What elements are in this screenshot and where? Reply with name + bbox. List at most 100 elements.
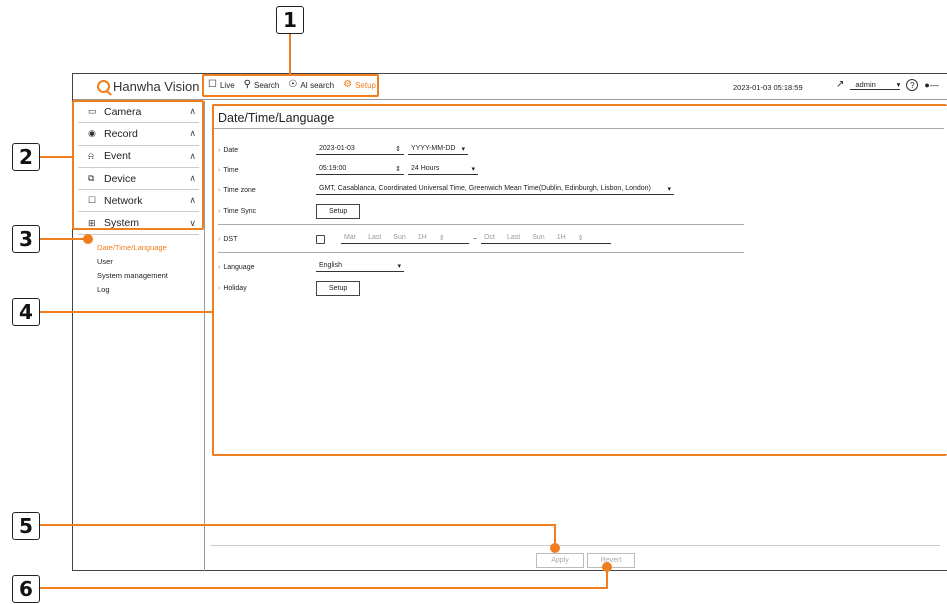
footer-divider [210,545,940,546]
chevron-down-icon: ∨ [189,217,196,228]
search-icon: ⚲ [243,79,251,90]
language-select[interactable]: English ▾ [316,262,404,272]
dst-end-week: Last [506,234,521,241]
sidebar: ▭ Camera ∧ ◉ Record ∧ ⍾ Event ∧ ⧉ Device… [73,101,205,571]
spinner-icon[interactable]: ⇕ [395,165,401,173]
monitor-icon: ☐ [208,79,217,90]
main-content: Date/Time/Language Date 2023-01-03 ⇕ YYY… [206,101,947,571]
leader-line [40,524,556,526]
sidebar-item-event[interactable]: ⍾ Event ∧ [78,146,199,168]
gear-icon: ⚙ [343,79,353,90]
timezone-row: Time zone GMT, Casablanca, Coordinated U… [218,185,674,195]
dst-start-month: Mar [344,234,357,241]
device-icon: ⧉ [88,173,95,184]
system-icon: ⊞ [88,217,96,228]
nav-setup-label: Setup [355,80,376,90]
chevron-up-icon: ∧ [189,128,196,139]
date-format-select[interactable]: YYYY-MM-DD ▾ [408,145,468,155]
cursor-icon[interactable]: ↗ [836,80,844,90]
dst-start-week: Last [368,234,382,241]
language-label: Language [218,264,316,271]
page-title: Date/Time/Language [218,111,335,125]
chevron-up-icon: ∧ [189,195,196,206]
nav-ai-search[interactable]: ☉ AI search [288,80,334,90]
sidebar-item-system[interactable]: ⊞ System ∨ [78,212,199,235]
dst-end-field: Oct Last Sun 1H ⇕ [481,234,612,244]
time-field[interactable]: 05:19:00 ⇕ [316,165,404,175]
date-format-value: YYYY-MM-DD [411,145,456,152]
ai-search-icon: ☉ [288,79,298,90]
sidebar-item-label: Record [104,127,138,140]
sidebar-item-label: System [104,217,140,230]
timesync-setup-button[interactable]: Setup [316,204,361,219]
holiday-setup-button[interactable]: Setup [316,281,361,296]
marker-dot [550,543,560,553]
submenu-item-date-time-language[interactable]: Date/Time/Language [97,241,204,255]
sidebar-item-label: Event [104,150,131,163]
leader-line [40,156,73,158]
language-row: Language English ▾ [218,262,404,272]
apply-button[interactable]: Apply [536,553,584,568]
sidebar-item-label: Device [104,172,137,185]
leader-line [40,587,608,589]
chevron-up-icon: ∧ [189,150,196,161]
marker-dot [83,234,93,244]
title-divider [214,128,944,129]
time-format-select[interactable]: 24 Hours ▾ [408,165,478,175]
dst-start-field: Mar Last Sun 1H ⇕ [341,234,469,244]
nav-live[interactable]: ☐ Live [208,80,235,90]
system-submenu: Date/Time/Language User System managemen… [73,235,204,297]
timesync-label: Time Sync [218,208,316,215]
submenu-item-log[interactable]: Log [97,283,204,297]
dst-start-day: Sun [393,234,406,241]
nav-search[interactable]: ⚲ Search [244,80,280,90]
user-select[interactable]: admin ▾ [850,80,901,90]
network-icon: ☐ [88,195,97,206]
sidebar-item-device[interactable]: ⧉ Device ∧ [78,168,199,191]
sidebar-item-record[interactable]: ◉ Record ∧ [78,123,199,146]
caret-down-icon: ▾ [397,263,401,270]
logout-icon[interactable]: ●— [924,80,938,90]
dst-end-month: Oct [484,234,495,241]
dst-separator: ~ [473,235,478,243]
dst-label: DST [218,236,316,243]
submenu-item-system-management[interactable]: System management [97,269,204,283]
top-navigation: ☐ Live ⚲ Search ☉ AI search ⚙ Setup [208,80,376,90]
brand-name: Hanwha Vision [113,79,200,94]
spinner-icon[interactable]: ⇕ [395,145,401,153]
callout-5: 5 [12,512,40,540]
top-bar: Hanwha Vision ☐ Live ⚲ Search ☉ AI searc… [73,74,947,100]
dst-end-day: Sun [532,234,545,241]
caret-down-icon: ▾ [461,146,465,153]
sidebar-item-camera[interactable]: ▭ Camera ∧ [78,101,199,124]
nav-setup[interactable]: ⚙ Setup [343,80,376,90]
sidebar-item-label: Camera [104,105,142,118]
logo-icon [97,80,110,93]
holiday-label: Holiday [218,285,316,292]
timezone-select[interactable]: GMT, Casablanca, Coordinated Universal T… [316,185,674,195]
caret-down-icon: ▾ [667,186,671,193]
caret-down-icon: ▾ [896,80,901,89]
date-field[interactable]: 2023-01-03 ⇕ [316,145,404,155]
leader-line [289,34,291,75]
timezone-value: GMT, Casablanca, Coordinated Universal T… [319,185,651,192]
spinner-icon: ⇕ [577,235,584,242]
language-value: English [319,262,342,269]
help-icon[interactable]: ? [906,79,919,91]
callout-6: 6 [12,575,40,603]
user-area: ↗ admin ▾ ? ●— [836,79,939,91]
callout-3: 3 [12,225,40,253]
submenu-item-user[interactable]: User [97,255,204,269]
holiday-row: Holiday Setup [218,281,361,296]
section-divider [218,252,744,253]
leader-line [40,238,86,240]
spinner-icon: ⇕ [438,235,445,242]
dst-checkbox[interactable] [316,234,325,244]
sidebar-item-network[interactable]: ☐ Network ∧ [78,190,199,213]
time-row: Time 05:19:00 ⇕ 24 Hours ▾ [218,165,478,175]
dst-row: DST Mar Last Sun 1H ⇕ ~ Oct Last Sun 1H … [218,234,612,244]
record-icon: ◉ [88,128,96,139]
chevron-up-icon: ∧ [189,173,196,184]
date-label: Date [218,147,316,154]
caret-down-icon: ▾ [471,166,475,173]
